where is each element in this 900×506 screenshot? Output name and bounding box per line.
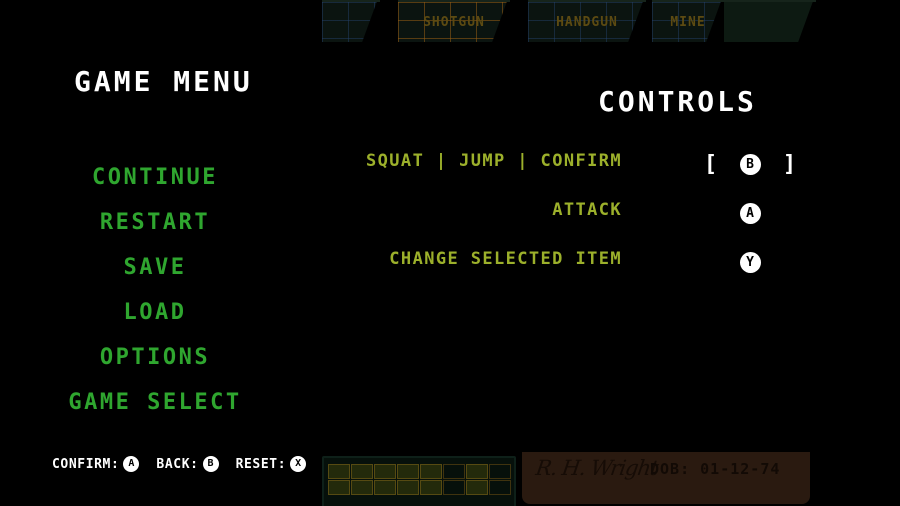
inventory-cell[interactable] xyxy=(420,480,442,495)
control-binding: [ B ] xyxy=(640,148,860,180)
inventory-cell[interactable] xyxy=(351,464,373,479)
control-label: ATTACK xyxy=(552,200,622,220)
hud-panel-label: SHOTGUN xyxy=(423,15,485,30)
menu-item-load[interactable]: LOAD xyxy=(20,290,290,335)
inventory-cell[interactable] xyxy=(328,480,350,495)
id-card-panel: R. H. Wright DOB: 01-12-74 xyxy=(522,452,810,504)
controls-list: SQUAT | JUMP | CONFIRM [ B ] ATTACK A CH… xyxy=(340,148,860,295)
hud-panel-handgun[interactable]: HANDGUN xyxy=(528,0,646,42)
control-label: CHANGE SELECTED ITEM xyxy=(389,249,622,269)
inventory-grid xyxy=(328,464,511,495)
hud-panel-mine[interactable]: MINE xyxy=(652,0,724,42)
menu-item-save[interactable]: SAVE xyxy=(20,245,290,290)
inventory-cell[interactable] xyxy=(420,464,442,479)
control-binding: A xyxy=(640,197,860,229)
gamepad-button-b-icon[interactable]: B xyxy=(739,153,761,175)
page-title-controls: CONTROLS xyxy=(598,85,757,118)
inventory-cell[interactable] xyxy=(489,480,511,495)
inventory-cell[interactable] xyxy=(466,464,488,479)
hud-panel-shotgun[interactable]: SHOTGUN xyxy=(398,0,510,42)
id-card-dob: DOB: 01-12-74 xyxy=(650,460,781,478)
game-menu-screen: SHOTGUN HANDGUN MINE GAME MENU CONTINUE … xyxy=(0,0,900,506)
inventory-panel[interactable] xyxy=(322,456,516,506)
inventory-cell[interactable] xyxy=(397,480,419,495)
hud-panel-empty xyxy=(322,0,380,42)
bottom-hud-bar: R. H. Wright DOB: 01-12-74 xyxy=(0,448,900,506)
inventory-cell[interactable] xyxy=(443,464,465,479)
inventory-cell[interactable] xyxy=(328,464,350,479)
bracket-left-icon: [ xyxy=(703,151,718,177)
inventory-cell[interactable] xyxy=(351,480,373,495)
inventory-cell[interactable] xyxy=(374,480,396,495)
gamepad-button-a-icon[interactable]: A xyxy=(739,202,761,224)
control-binding: Y xyxy=(640,246,860,278)
hud-panel-label: HANDGUN xyxy=(556,15,618,30)
gamepad-button-y-icon[interactable]: Y xyxy=(739,251,761,273)
id-card-signature: R. H. Wright xyxy=(534,456,660,480)
hud-panel-cap xyxy=(724,0,816,42)
bracket-right-icon: ] xyxy=(782,151,797,177)
control-row-change-selected-item: CHANGE SELECTED ITEM Y xyxy=(340,246,860,295)
menu-item-continue[interactable]: CONTINUE xyxy=(20,155,290,200)
menu-item-options[interactable]: OPTIONS xyxy=(20,335,290,380)
hud-grid-pattern xyxy=(322,2,380,42)
menu-item-restart[interactable]: RESTART xyxy=(20,200,290,245)
inventory-cell[interactable] xyxy=(397,464,419,479)
top-hud-bar: SHOTGUN HANDGUN MINE xyxy=(0,0,900,44)
control-row-attack: ATTACK A xyxy=(340,197,860,246)
inventory-cell[interactable] xyxy=(489,464,511,479)
inventory-cell[interactable] xyxy=(443,480,465,495)
game-menu-list: CONTINUE RESTART SAVE LOAD OPTIONS GAME … xyxy=(20,155,290,425)
menu-item-game-select[interactable]: GAME SELECT xyxy=(20,380,290,425)
hud-panel-label: MINE xyxy=(670,15,706,30)
page-title-game-menu: GAME MENU xyxy=(74,65,253,98)
inventory-cell[interactable] xyxy=(374,464,396,479)
control-label: SQUAT | JUMP | CONFIRM xyxy=(366,151,622,171)
inventory-cell[interactable] xyxy=(466,480,488,495)
control-row-squat-jump-confirm: SQUAT | JUMP | CONFIRM [ B ] xyxy=(340,148,860,197)
